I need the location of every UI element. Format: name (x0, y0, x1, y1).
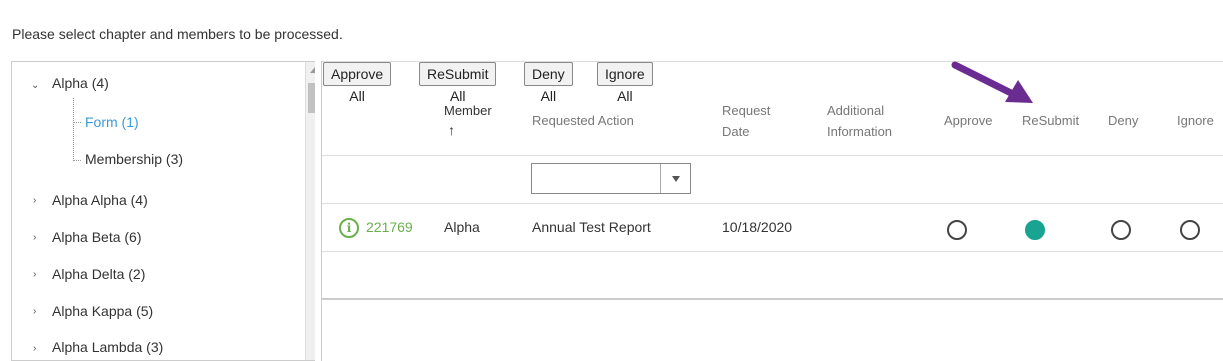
scroll-thumb[interactable] (308, 83, 315, 113)
chapter-tree: ⌄ Alpha (4) Form (1) Membership (3) › Al… (11, 61, 315, 361)
approve-all-button[interactable]: Approve All (323, 62, 392, 104)
header-request-date[interactable]: Request Date (722, 100, 770, 142)
tree-connector (73, 160, 81, 161)
header-approve[interactable]: Approve (944, 110, 992, 131)
grid-filter-row (322, 156, 1223, 204)
info-icon[interactable]: i (339, 218, 359, 238)
header-deny[interactable]: Deny (1108, 110, 1138, 131)
tree-item-alpha-delta[interactable]: Alpha Delta (2) (52, 266, 145, 282)
tree-item-alpha-beta[interactable]: Alpha Beta (6) (52, 229, 142, 245)
expand-toggle-icon[interactable]: › (33, 269, 36, 280)
expand-toggle-icon[interactable]: › (33, 195, 36, 206)
header-member[interactable]: Member ↑ (444, 100, 492, 139)
member-id-link[interactable]: 221769 (366, 219, 413, 235)
expand-toggle-icon[interactable]: › (33, 232, 36, 243)
requested-action-filter-select[interactable] (531, 163, 691, 194)
ignore-all-button[interactable]: Ignore All (597, 62, 653, 104)
sort-ascending-icon[interactable]: ↑ (448, 121, 492, 139)
tree-item-membership[interactable]: Membership (3) (85, 151, 183, 167)
tree-scrollbar[interactable] (305, 62, 315, 360)
cell-request-date: 10/18/2020 (722, 219, 793, 235)
tree-item-alpha-alpha[interactable]: Alpha Alpha (4) (52, 192, 148, 208)
cell-requested-action: Annual Test Report (532, 219, 651, 235)
expand-toggle-icon[interactable]: › (33, 306, 36, 317)
header-requested-action[interactable]: Requested Action (532, 110, 634, 131)
header-request-line1: Request (722, 103, 771, 118)
header-resubmit[interactable]: ReSubmit (1022, 110, 1079, 131)
deny-radio[interactable] (1111, 220, 1131, 240)
deny-all-button[interactable]: Deny All (524, 62, 573, 104)
grid-header-row: Member ↑ Requested Action Request Date A… (322, 87, 1223, 156)
tree-connector (73, 122, 81, 123)
header-ignore[interactable]: Ignore (1177, 110, 1214, 131)
collapse-toggle-icon[interactable]: ⌄ (31, 80, 39, 91)
header-member-label: Member (444, 103, 492, 118)
header-additional-information[interactable]: Additional Information (827, 100, 892, 142)
chevron-down-icon[interactable] (660, 164, 690, 193)
tree-connector (73, 98, 74, 161)
tree-item-alpha-kappa[interactable]: Alpha Kappa (5) (52, 303, 153, 319)
instruction-text: Please select chapter and members to be … (12, 26, 343, 42)
tree-item-alpha[interactable]: Alpha (4) (52, 75, 109, 91)
resubmit-all-button[interactable]: ReSubmit All (419, 62, 497, 104)
approve-radio[interactable] (947, 220, 967, 240)
header-additional-line1: Additional (827, 103, 885, 118)
ignore-radio[interactable] (1180, 220, 1200, 240)
requests-grid: Approve All ReSubmit All Deny All Ignore… (321, 61, 1223, 361)
scroll-up-icon[interactable] (310, 67, 315, 73)
cell-member: Alpha (444, 219, 480, 235)
table-row: i 221769 Alpha Annual Test Report 10/18/… (322, 204, 1223, 252)
grid-empty-row (322, 252, 1223, 300)
tree-item-form[interactable]: Form (1) (85, 114, 139, 130)
header-request-line2: Date (722, 124, 750, 139)
header-additional-line2: Information (827, 124, 893, 139)
tree-item-alpha-lambda[interactable]: Alpha Lambda (3) (52, 339, 163, 355)
resubmit-radio[interactable] (1025, 220, 1045, 240)
